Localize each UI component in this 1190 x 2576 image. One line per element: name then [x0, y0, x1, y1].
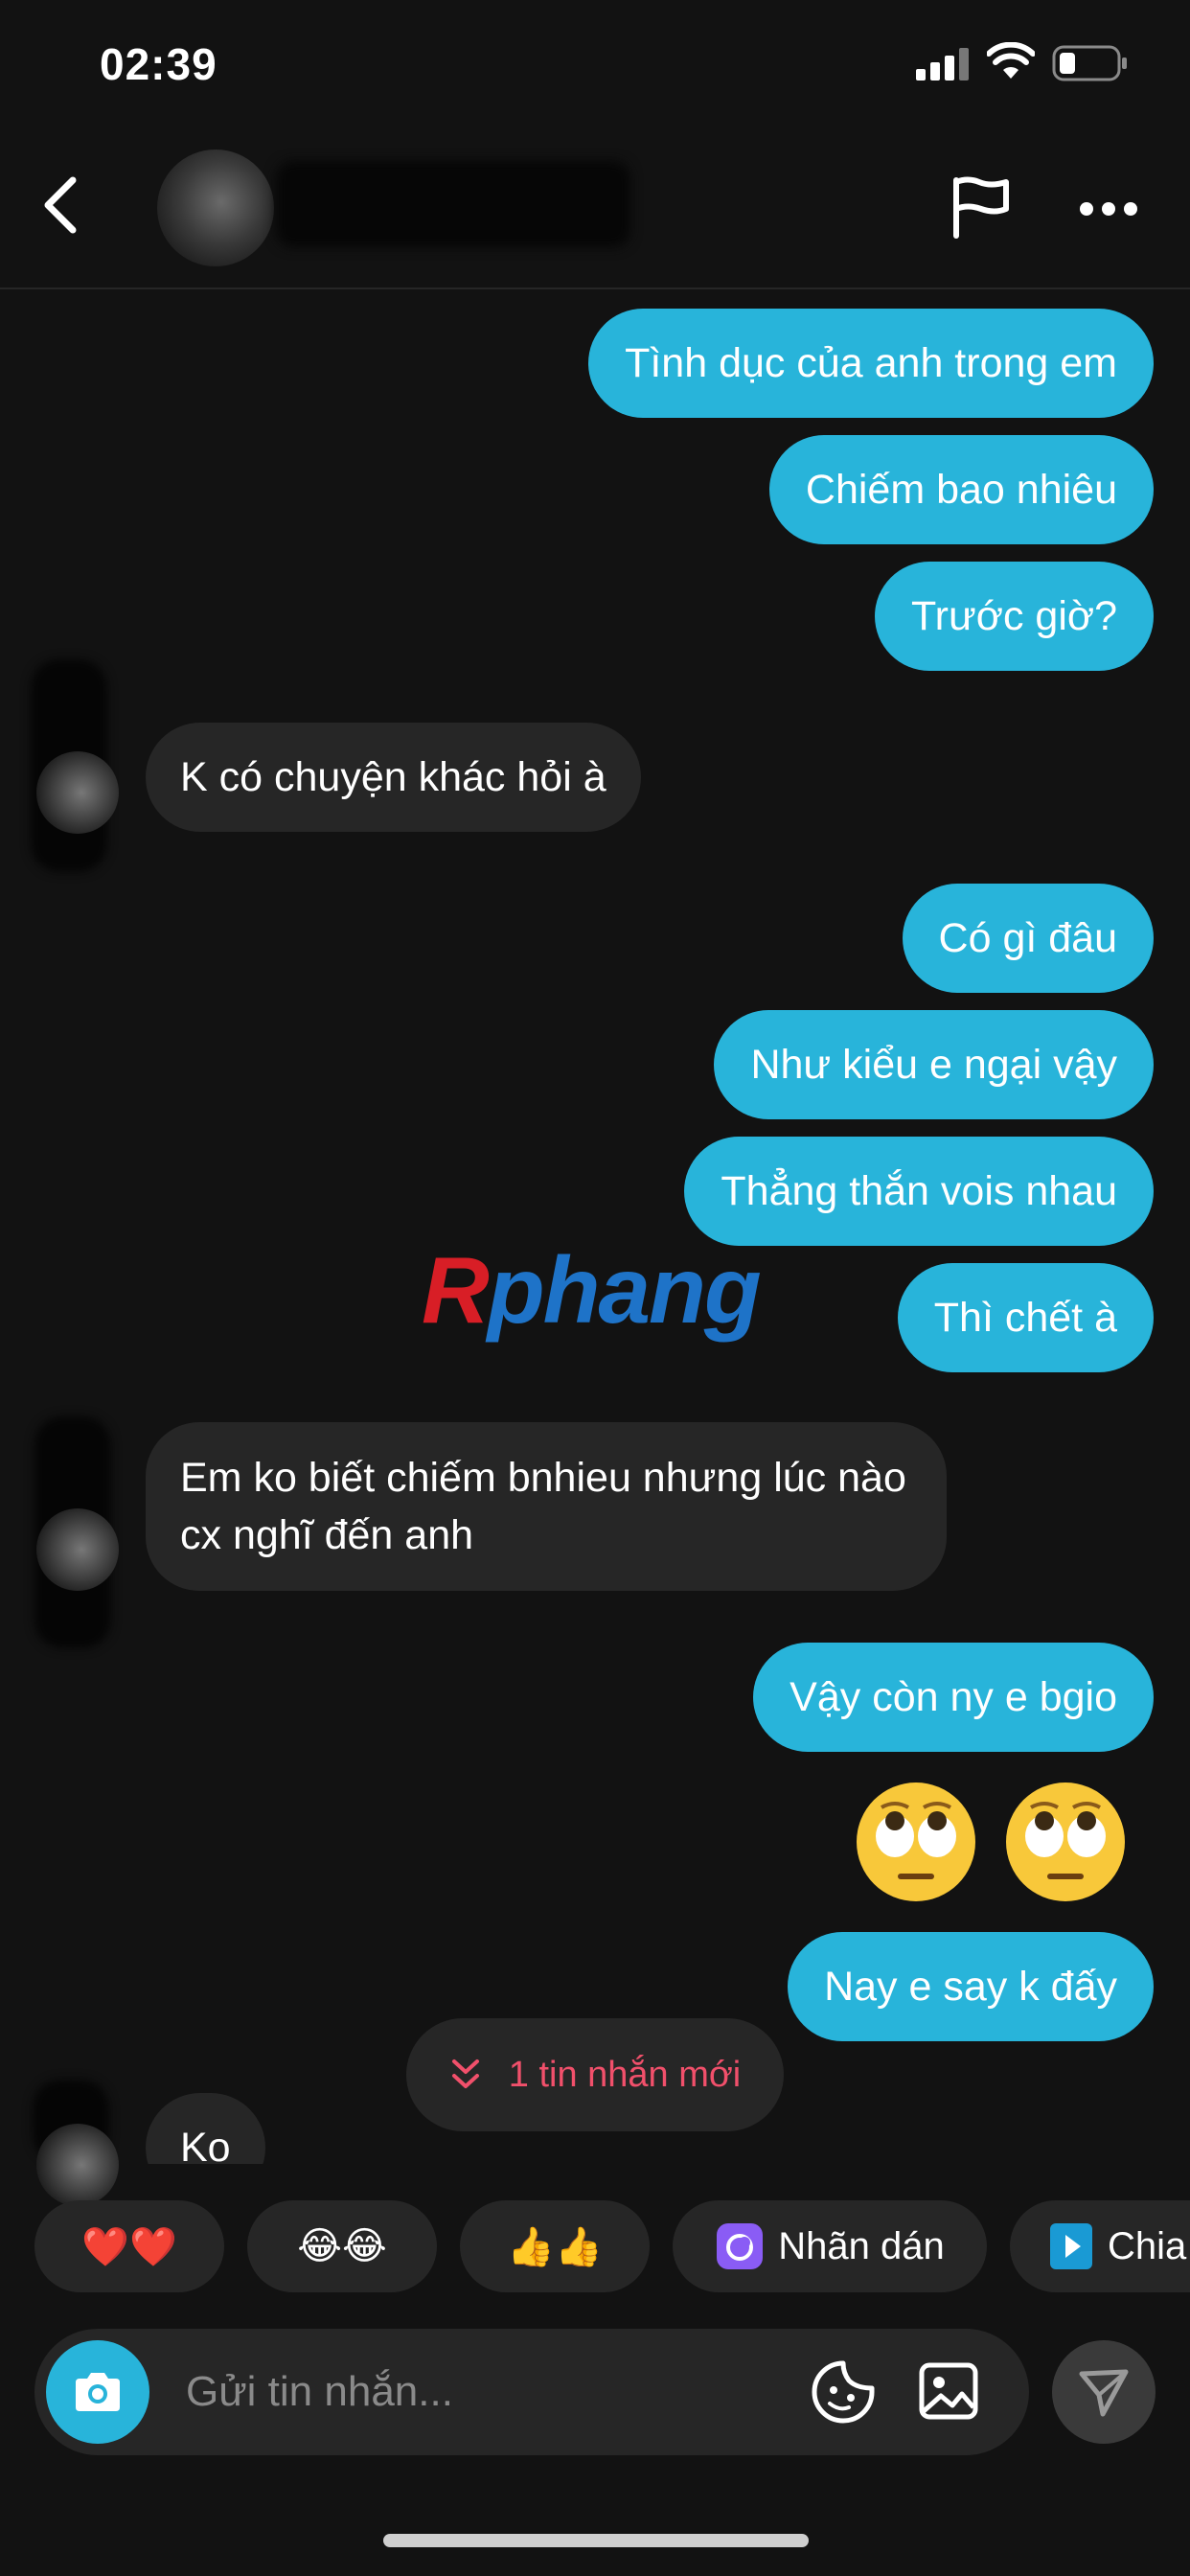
back-arrow-icon[interactable]	[38, 174, 80, 236]
quick-replies-bar: ❤️❤️ 😂😂 👍👍 Nhãn dán Chia	[0, 2200, 1190, 2296]
double-chevron-down-icon	[451, 2059, 479, 2088]
more-options-icon[interactable]	[1079, 199, 1138, 218]
sent-message[interactable]: Thì chết à	[897, 1263, 1154, 1372]
flag-icon[interactable]	[950, 176, 1012, 240]
eye-roll-emoji[interactable]	[1002, 1779, 1129, 1905]
sent-message[interactable]: Chiếm bao nhiêu	[768, 435, 1154, 544]
sent-message[interactable]: Thẳng thắn vois nhau	[684, 1137, 1154, 1246]
camera-icon	[76, 2373, 120, 2411]
new-messages-button[interactable]: 1 tin nhắn mới	[406, 2018, 784, 2131]
sent-message[interactable]: Có gì đâu	[902, 884, 1154, 993]
quick-reply-laughing[interactable]: 😂😂	[247, 2200, 437, 2292]
battery-icon	[1052, 45, 1127, 81]
sender-avatar	[36, 1508, 119, 1591]
received-message[interactable]: Ko	[146, 2093, 265, 2164]
quick-reply-share[interactable]: Chia	[1010, 2200, 1190, 2292]
status-time: 02:39	[100, 39, 217, 89]
sent-message[interactable]: Trước giờ?	[875, 562, 1154, 671]
contact-avatar[interactable]	[157, 150, 274, 266]
message-input[interactable]	[186, 2361, 780, 2423]
header-divider	[0, 288, 1190, 289]
received-message[interactable]: K có chuyện khác hỏi à	[146, 723, 641, 832]
sent-message[interactable]: Như kiểu e ngại vậy	[714, 1010, 1154, 1119]
sent-message[interactable]: Vậy còn ny e bgio	[753, 1643, 1154, 1752]
sent-message[interactable]: Nay e say k đấy	[788, 1932, 1154, 2041]
quick-reply-thumbs-up[interactable]: 👍👍	[460, 2200, 650, 2292]
home-indicator	[383, 2534, 809, 2547]
gallery-icon[interactable]	[918, 2361, 979, 2421]
share-icon	[1050, 2223, 1092, 2269]
watermark-logo: Rphang	[422, 1237, 762, 1343]
wifi-icon	[987, 42, 1035, 79]
sender-avatar	[36, 751, 119, 834]
quick-reply-sticker[interactable]: Nhãn dán	[673, 2200, 987, 2292]
send-icon	[1079, 2369, 1129, 2417]
contact-name-redacted	[276, 161, 630, 247]
quick-reply-hearts[interactable]: ❤️❤️	[34, 2200, 224, 2292]
sticker-icon	[717, 2223, 764, 2269]
sent-message[interactable]: Tình dục của anh trong em	[588, 309, 1154, 418]
received-message[interactable]: Em ko biết chiếm bnhieu nhưng lúc nào cx…	[146, 1422, 947, 1591]
cellular-signal-icon	[916, 48, 969, 80]
sticker-face-icon[interactable]	[811, 2359, 876, 2425]
send-button[interactable]	[1052, 2340, 1156, 2444]
camera-button[interactable]	[46, 2340, 149, 2444]
eye-roll-emoji[interactable]	[853, 1779, 979, 1905]
new-messages-label: 1 tin nhắn mới	[508, 2054, 742, 2095]
